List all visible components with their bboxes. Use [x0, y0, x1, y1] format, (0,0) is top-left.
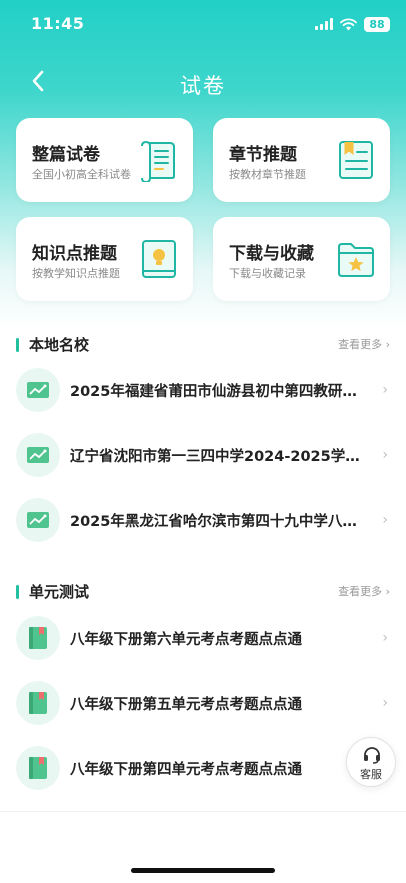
view-more-label: 查看更多 — [338, 585, 383, 598]
list-item[interactable]: 辽宁省沈阳市第一三四中学2024-2025学年八年级 › — [16, 433, 390, 477]
status-icons: 88 — [315, 15, 390, 33]
section-unit-tests: 单元测试 查看更多 › — [16, 581, 390, 603]
list-item-title: 八年级下册第四单元考点考题点点通 — [70, 762, 302, 778]
customer-service-button[interactable]: 客服 — [346, 737, 396, 787]
headset-icon — [364, 747, 380, 764]
star-folder-icon — [338, 243, 374, 277]
card-subtitle: 按教学知识点推题 — [32, 267, 120, 280]
card-subtitle: 全国小初高全科试卷 — [32, 168, 131, 181]
list-item[interactable]: 八年级下册第六单元考点考题点点通 › — [16, 616, 390, 660]
chevron-right-icon: › — [385, 338, 390, 351]
chevron-right-icon: › — [382, 447, 388, 463]
list-item-title: 2025年黑龙江省哈尔滨市第四十九中学八年级期中 — [70, 514, 370, 530]
section-title: 本地名校 — [29, 336, 90, 354]
card-downloads-favorites[interactable]: 下载与收藏 下载与收藏记录 — [213, 217, 390, 301]
card-title: 知识点推题 — [32, 244, 117, 264]
chart-board-icon — [16, 433, 60, 477]
nav-bar: 试卷 — [0, 58, 406, 106]
list-item[interactable]: 2025年福建省莆田市仙游县初中第四教研片区联考 › — [16, 368, 390, 412]
chevron-right-icon: › — [382, 695, 388, 711]
chevron-right-icon: › — [385, 585, 390, 598]
book-icon — [16, 616, 60, 660]
status-bar: 11:45 88 — [0, 0, 406, 48]
customer-service-label: 客服 — [360, 768, 382, 781]
home-indicator — [131, 868, 275, 873]
section-local-schools: 本地名校 查看更多 › — [16, 334, 390, 356]
list-item[interactable]: 八年级下册第四单元考点考题点点通 › — [16, 746, 390, 790]
book-icon — [16, 746, 60, 790]
card-knowledge-questions[interactable]: 知识点推题 按教学知识点推题 — [16, 217, 193, 301]
wifi-icon — [340, 18, 357, 30]
bookmark-list-icon — [339, 141, 373, 179]
section-title: 单元测试 — [29, 583, 90, 601]
list-item[interactable]: 2025年黑龙江省哈尔滨市第四十九中学八年级期中 › — [16, 498, 390, 542]
card-title: 整篇试卷 — [32, 145, 100, 165]
chart-board-icon — [16, 368, 60, 412]
signal-icon — [315, 18, 333, 30]
status-time: 11:45 — [31, 14, 85, 33]
chevron-right-icon: › — [382, 630, 388, 646]
scroll-icon — [141, 140, 175, 182]
book-icon — [16, 681, 60, 725]
card-subtitle: 下载与收藏记录 — [229, 267, 306, 280]
card-chapter-questions[interactable]: 章节推题 按教材章节推题 — [213, 118, 390, 202]
chevron-right-icon: › — [382, 382, 388, 398]
page-title: 试卷 — [180, 74, 226, 98]
section-accent-bar — [16, 585, 19, 599]
battery-icon: 88 — [364, 16, 390, 32]
view-more-link[interactable]: 查看更多 › — [338, 336, 390, 352]
card-title: 下载与收藏 — [229, 244, 314, 264]
lightbulb-book-icon — [142, 240, 176, 278]
card-subtitle: 按教材章节推题 — [229, 168, 306, 181]
view-more-label: 查看更多 — [338, 338, 383, 351]
chart-board-icon — [16, 498, 60, 542]
list-item-title: 八年级下册第六单元考点考题点点通 — [70, 632, 302, 648]
list-item-title: 辽宁省沈阳市第一三四中学2024-2025学年八年级 — [70, 449, 370, 465]
list-item[interactable]: 八年级下册第五单元考点考题点点通 › — [16, 681, 390, 725]
card-full-papers[interactable]: 整篇试卷 全国小初高全科试卷 — [16, 118, 193, 202]
section-accent-bar — [16, 338, 19, 352]
list-item-title: 2025年福建省莆田市仙游县初中第四教研片区联考 — [70, 384, 370, 400]
card-title: 章节推题 — [229, 145, 297, 165]
divider — [0, 811, 406, 812]
list-item-title: 八年级下册第五单元考点考题点点通 — [70, 697, 302, 713]
chevron-right-icon: › — [382, 512, 388, 528]
view-more-link[interactable]: 查看更多 › — [338, 583, 390, 599]
